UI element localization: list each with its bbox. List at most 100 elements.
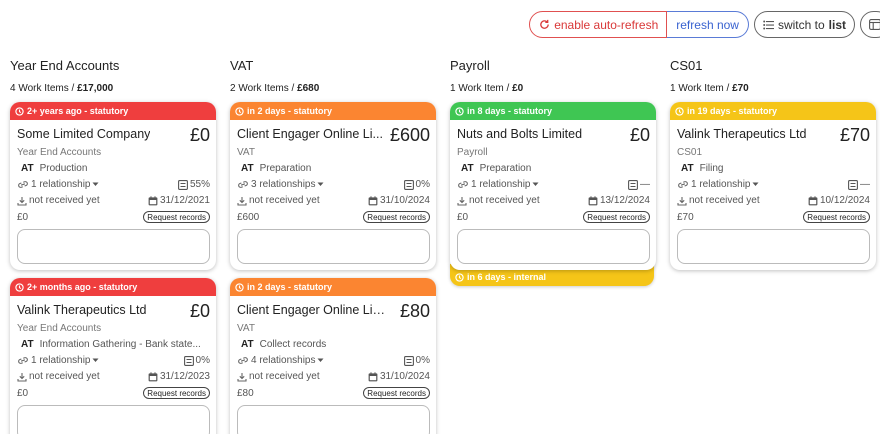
work-item-card[interactable]: in 8 days - statutory Nuts and Bolts Lim… — [450, 102, 656, 270]
due-date-value: 31/12/2023 — [159, 371, 210, 382]
request-records-button[interactable]: Request records — [363, 211, 430, 223]
deadline-banner: 2+ years ago - statutory — [10, 102, 216, 120]
card-body: Client Engager Online Li... £600 VAT AT … — [230, 120, 436, 270]
relationships-label: 1 relationship — [31, 355, 91, 366]
request-records-button[interactable]: Request records — [583, 211, 650, 223]
chevron-down-icon — [532, 182, 539, 187]
column-total: £70 — [732, 83, 749, 94]
assignee-initials[interactable]: AT — [241, 339, 254, 350]
deadline-text: in 2 days - statutory — [247, 106, 333, 116]
fee-value: £0 — [17, 211, 29, 223]
refresh-now-button[interactable]: refresh now — [667, 11, 749, 38]
assignee-initials[interactable]: AT — [21, 163, 34, 174]
assignee-initials[interactable]: AT — [681, 163, 694, 174]
request-records-button[interactable]: Request records — [143, 211, 210, 223]
relationships-label: 4 relationships — [251, 355, 316, 366]
relationships-row: 1 relationship — — [677, 179, 870, 190]
request-records-button[interactable]: Request records — [143, 387, 210, 399]
records-status-text: not received yet — [469, 195, 540, 206]
deadline-text: 2+ years ago - statutory — [27, 106, 129, 116]
clock-icon — [15, 106, 24, 116]
switch-to-list-button[interactable]: switch to list — [753, 11, 855, 38]
records-status: not received yet — [17, 195, 100, 206]
column-title: VAT — [230, 58, 254, 73]
clock-icon — [235, 282, 244, 292]
request-records-button[interactable]: Request records — [363, 387, 430, 399]
column-sep: / — [291, 83, 295, 94]
deadline-banner: in 8 days - statutory — [450, 102, 656, 120]
progress: — — [848, 179, 870, 190]
relationships-dropdown[interactable]: 1 relationship — [677, 179, 759, 190]
assignee-initials[interactable]: AT — [241, 163, 254, 174]
due-date-value: 10/12/2024 — [819, 195, 870, 206]
calendar-icon — [148, 195, 158, 206]
calendar-icon — [588, 195, 598, 206]
client-name[interactable]: Client Engager Online Li... — [237, 127, 383, 141]
work-item-card[interactable]: 2+ years ago - statutory Some Limited Co… — [10, 102, 216, 270]
note-input[interactable] — [17, 405, 210, 434]
card-body: Some Limited Company £0 Year End Account… — [10, 120, 216, 270]
records-row: not received yet 31/10/2024 — [237, 195, 430, 206]
stage-name: Preparation — [259, 163, 312, 174]
client-name[interactable]: Client Engager Online Limit... — [237, 303, 387, 317]
column-count: 2 Work Items — [230, 83, 289, 94]
work-item-card[interactable]: in 19 days - statutory Valink Therapeuti… — [670, 102, 876, 270]
enable-auto-refresh-button[interactable]: enable auto-refresh — [529, 11, 668, 38]
work-item-card[interactable]: in 2 days - statutory Client Engager Onl… — [230, 102, 436, 270]
client-name[interactable]: Some Limited Company — [17, 127, 150, 141]
relationships-dropdown[interactable]: 1 relationship — [457, 179, 539, 190]
note-input[interactable] — [457, 229, 650, 264]
progress: 0% — [403, 355, 430, 366]
fee-value: £70 — [677, 211, 694, 223]
work-item-card[interactable]: in 2 days - statutory Client Engager Onl… — [230, 278, 436, 434]
due-date-value: 13/12/2024 — [599, 195, 650, 206]
records-status: not received yet — [237, 371, 320, 382]
clock-icon — [235, 106, 244, 116]
download-icon — [237, 372, 247, 382]
note-input[interactable] — [237, 229, 430, 264]
download-icon — [17, 372, 27, 382]
note-input[interactable] — [17, 229, 210, 264]
checklist-icon — [848, 179, 858, 190]
client-name[interactable]: Nuts and Bolts Limited — [457, 127, 582, 141]
relationships-dropdown[interactable]: 1 relationship — [17, 179, 99, 190]
client-name[interactable]: Valink Therapeutics Ltd — [17, 303, 146, 317]
work-item-amount: £600 — [389, 125, 430, 145]
records-status-text: not received yet — [29, 195, 100, 206]
column-total: £680 — [297, 83, 320, 94]
service-name: VAT — [237, 147, 255, 158]
progress: — — [628, 179, 650, 190]
stage-name: Information Gathering - Bank state... — [39, 339, 201, 350]
stage-row: AT Preparation — [457, 163, 650, 174]
relationships-dropdown[interactable]: 3 relationships — [237, 179, 324, 190]
records-status-text: not received yet — [249, 195, 320, 206]
note-input[interactable] — [237, 405, 430, 434]
due-date: 13/12/2024 — [588, 195, 650, 206]
due-date: 31/10/2024 — [368, 195, 430, 206]
calendar-icon — [368, 371, 378, 382]
assignee-initials[interactable]: AT — [461, 163, 474, 174]
fee-row: £70 Request records — [677, 211, 870, 223]
download-icon — [457, 196, 467, 206]
client-name[interactable]: Valink Therapeutics Ltd — [677, 127, 806, 141]
request-records-button[interactable]: Request records — [803, 211, 870, 223]
column-sep: / — [506, 83, 510, 94]
relationships-dropdown[interactable]: 1 relationship — [17, 355, 99, 366]
chevron-down-icon — [92, 358, 99, 363]
assignee-initials[interactable]: AT — [21, 339, 34, 350]
work-item-amount: £80 — [399, 301, 430, 321]
fee-row: £600 Request records — [237, 211, 430, 223]
work-item-card[interactable]: 2+ months ago - statutory Valink Therape… — [10, 278, 216, 434]
chevron-down-icon — [317, 182, 324, 187]
relationships-dropdown[interactable]: 4 relationships — [237, 355, 324, 366]
deadline-banner: in 2 days - statutory — [230, 102, 436, 120]
card-body: Client Engager Online Limit... £80 VAT A… — [230, 296, 436, 434]
relationships-row: 1 relationship — — [457, 179, 650, 190]
column-title: Year End Accounts — [10, 58, 120, 73]
column-summary: 4 Work Items / £17,000 — [10, 83, 216, 94]
work-item-amount: £0 — [189, 301, 210, 321]
note-input[interactable] — [677, 229, 870, 264]
clock-icon — [15, 282, 24, 292]
board-icon — [869, 19, 880, 30]
board-view-button[interactable] — [860, 11, 880, 38]
